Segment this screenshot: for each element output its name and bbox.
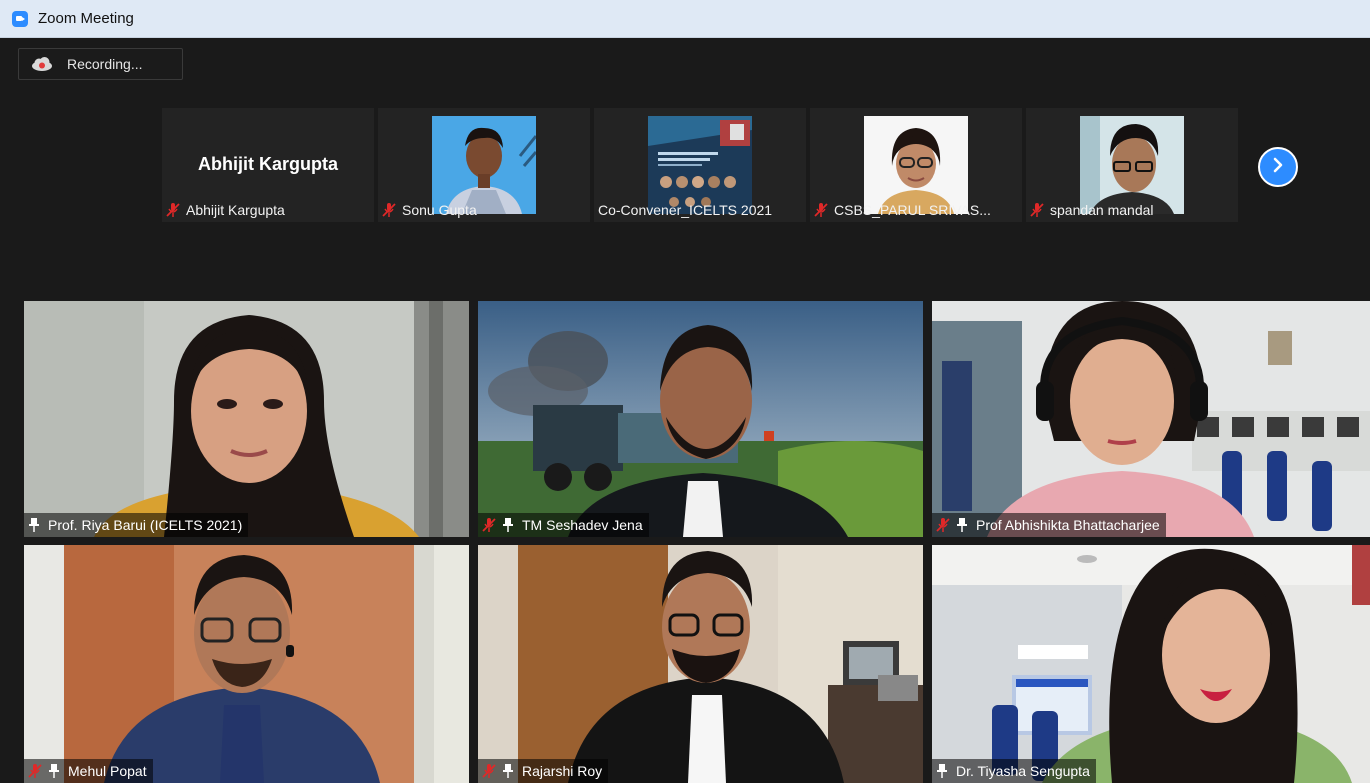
participant-name-label: Rajarshi Roy [478, 759, 609, 783]
video-tile-riya[interactable]: Prof. Riya Barui (ICELTS 2021) [24, 301, 469, 537]
pin-icon [48, 764, 60, 778]
title-bar: Zoom Meeting [0, 0, 1370, 38]
mic-muted-icon [936, 517, 950, 533]
recording-label: Recording... [67, 56, 143, 72]
strip-tile-sonu[interactable]: Sonu Gupta [378, 108, 590, 222]
participant-name-label: Prof. Riya Barui (ICELTS 2021) [24, 513, 249, 537]
participant-name-label: TM Seshadev Jena [478, 513, 649, 537]
participant-display-name: Abhijit Kargupta [198, 154, 338, 174]
mic-muted-icon [28, 763, 42, 779]
video-tile-mehul[interactable]: Mehul Popat [24, 545, 469, 783]
participant-name-label: Abhijit Kargupta [166, 200, 285, 220]
participant-name-label: Sonu Gupta [382, 200, 477, 220]
recording-indicator[interactable]: Recording... [18, 48, 183, 80]
video-tile-seshadev[interactable]: TM Seshadev Jena [478, 301, 923, 537]
zoom-app-icon [12, 10, 28, 27]
strip-tile-abhijit[interactable]: Abhijit Kargupta Abhijit Kargupta [162, 108, 374, 222]
cloud-record-icon [31, 57, 53, 71]
window-title: Zoom Meeting [38, 10, 134, 27]
pin-icon [502, 764, 514, 778]
participant-name-label: Mehul Popat [24, 759, 153, 783]
participant-name-label: CSBS_PARUL SRIVAS... [814, 200, 991, 220]
mic-muted-icon [166, 202, 180, 218]
mic-muted-icon [482, 763, 496, 779]
participant-video [932, 301, 1370, 537]
video-tile-tiyasha[interactable]: Dr. Tiyasha Sengupta [932, 545, 1370, 783]
pin-icon [936, 764, 948, 778]
next-page-button[interactable] [1258, 147, 1298, 187]
mic-muted-icon [814, 202, 828, 218]
participant-name-label: Co-Convener_ICELTS 2021 [598, 202, 773, 218]
mic-muted-icon [382, 202, 396, 218]
pin-icon [956, 518, 968, 532]
participant-video [478, 301, 923, 537]
participant-video [24, 301, 469, 537]
participant-name-label: Dr. Tiyasha Sengupta [932, 759, 1096, 783]
participant-video [478, 545, 923, 783]
strip-tile-spandan[interactable]: spandan mandal [1026, 108, 1238, 222]
chevron-right-icon [1270, 157, 1286, 178]
pin-icon [502, 518, 514, 532]
zoom-window: Zoom Meeting Recording... Abhijit Kargup… [0, 0, 1370, 783]
pin-icon [28, 518, 40, 532]
strip-tile-parul[interactable]: CSBS_PARUL SRIVAS... [810, 108, 1022, 222]
mic-muted-icon [1030, 202, 1044, 218]
strip-tile-co-convener[interactable]: Co-Convener_ICELTS 2021 [594, 108, 806, 222]
mic-muted-icon [482, 517, 496, 533]
participant-name-label: spandan mandal [1030, 200, 1154, 220]
video-tile-rajarshi[interactable]: Rajarshi Roy [478, 545, 923, 783]
participant-video [24, 545, 469, 783]
participant-name-label: Prof Abhishikta Bhattacharjee [932, 513, 1166, 537]
video-tile-abhishikta[interactable]: Prof Abhishikta Bhattacharjee [932, 301, 1370, 537]
participant-video [932, 545, 1370, 783]
